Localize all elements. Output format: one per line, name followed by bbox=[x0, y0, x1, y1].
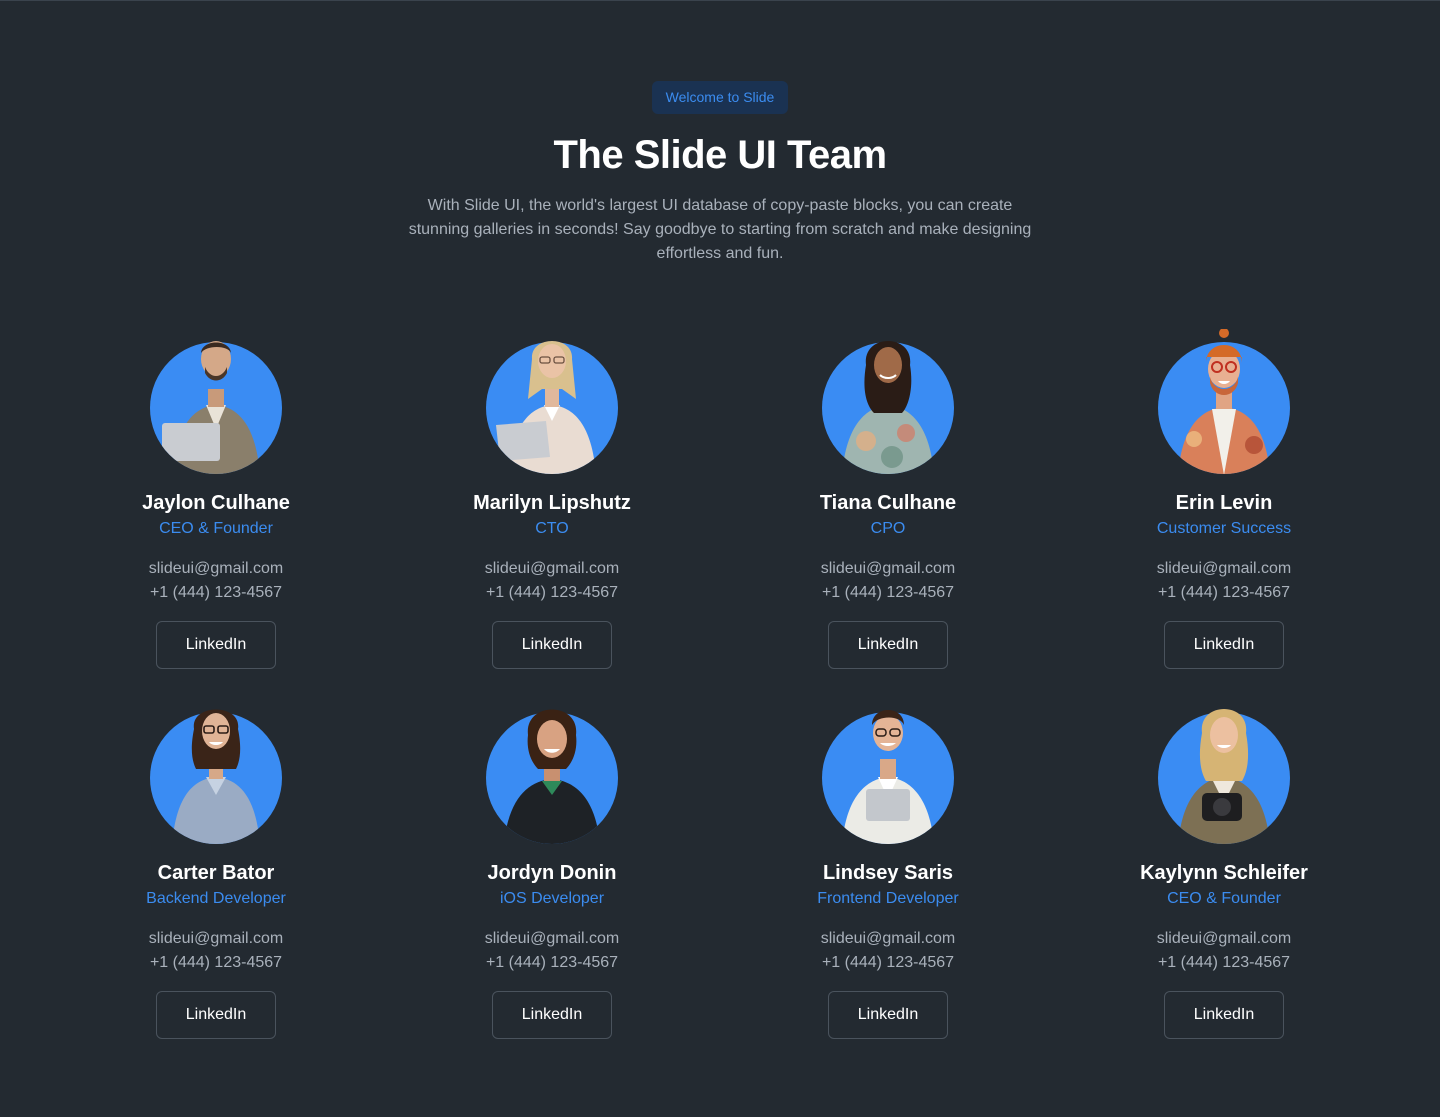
team-card: Jordyn Donin iOS Developer slideui@gmail… bbox=[402, 699, 702, 1039]
member-name: Carter Bator bbox=[157, 862, 275, 884]
person-photo-icon bbox=[504, 709, 600, 844]
member-role: iOS Developer bbox=[499, 890, 605, 907]
member-role: Customer Success bbox=[1156, 520, 1292, 537]
page-title: The Slide UI Team bbox=[553, 133, 887, 177]
member-phone: +1 (444) 123-4567 bbox=[1157, 584, 1291, 601]
member-email: slideui@gmail.com bbox=[1156, 930, 1292, 947]
person-photo-icon bbox=[1178, 329, 1270, 474]
person-photo-icon bbox=[162, 341, 260, 474]
welcome-badge: Welcome to Slide bbox=[652, 81, 788, 114]
team-card: Kaylynn Schleifer CEO & Founder slideui@… bbox=[1074, 699, 1374, 1039]
linkedin-button[interactable]: LinkedIn bbox=[1164, 621, 1284, 669]
member-name: Jaylon Culhane bbox=[142, 492, 290, 514]
member-email: slideui@gmail.com bbox=[484, 930, 620, 947]
member-email: slideui@gmail.com bbox=[148, 560, 284, 577]
avatar bbox=[1158, 699, 1290, 845]
member-email: slideui@gmail.com bbox=[1156, 560, 1292, 577]
avatar bbox=[150, 329, 282, 475]
team-page: Welcome to Slide The Slide UI Team With … bbox=[0, 0, 1440, 1117]
member-email: slideui@gmail.com bbox=[820, 930, 956, 947]
member-role: CTO bbox=[535, 520, 569, 537]
page-subtitle: With Slide UI, the world's largest UI da… bbox=[408, 197, 1032, 262]
linkedin-button[interactable]: LinkedIn bbox=[492, 621, 612, 669]
member-role: Backend Developer bbox=[146, 890, 286, 907]
member-phone: +1 (444) 123-4567 bbox=[821, 584, 955, 601]
person-photo-icon bbox=[172, 709, 260, 844]
person-photo-icon bbox=[842, 341, 934, 474]
member-phone: +1 (444) 123-4567 bbox=[485, 584, 619, 601]
team-card: Erin Levin Customer Success slideui@gmai… bbox=[1074, 329, 1374, 669]
member-name: Jordyn Donin bbox=[487, 862, 617, 884]
team-card: Lindsey Saris Frontend Developer slideui… bbox=[738, 699, 1038, 1039]
member-role: CEO & Founder bbox=[159, 520, 273, 537]
member-email: slideui@gmail.com bbox=[148, 930, 284, 947]
member-role: CPO bbox=[870, 520, 906, 537]
avatar bbox=[486, 699, 618, 845]
linkedin-button[interactable]: LinkedIn bbox=[828, 621, 948, 669]
member-phone: +1 (444) 123-4567 bbox=[1157, 954, 1291, 971]
linkedin-button[interactable]: LinkedIn bbox=[828, 991, 948, 1039]
avatar bbox=[486, 329, 618, 475]
member-name: Tiana Culhane bbox=[819, 492, 957, 514]
team-card: Marilyn Lipshutz CTO slideui@gmail.com +… bbox=[402, 329, 702, 669]
member-phone: +1 (444) 123-4567 bbox=[149, 584, 283, 601]
linkedin-button[interactable]: LinkedIn bbox=[156, 991, 276, 1039]
member-name: Lindsey Saris bbox=[822, 862, 954, 884]
team-card: Tiana Culhane CPO slideui@gmail.com +1 (… bbox=[738, 329, 1038, 669]
member-name: Kaylynn Schleifer bbox=[1140, 862, 1308, 884]
member-role: CEO & Founder bbox=[1167, 890, 1281, 907]
member-name: Marilyn Lipshutz bbox=[473, 492, 631, 514]
member-name: Erin Levin bbox=[1175, 492, 1273, 514]
member-phone: +1 (444) 123-4567 bbox=[821, 954, 955, 971]
person-photo-icon bbox=[1178, 709, 1270, 844]
avatar bbox=[1158, 329, 1290, 475]
member-phone: +1 (444) 123-4567 bbox=[149, 954, 283, 971]
avatar bbox=[150, 699, 282, 845]
linkedin-button[interactable]: LinkedIn bbox=[1164, 991, 1284, 1039]
person-photo-icon bbox=[496, 341, 596, 474]
member-role: Frontend Developer bbox=[817, 890, 959, 907]
team-card: Carter Bator Backend Developer slideui@g… bbox=[66, 699, 366, 1039]
team-card: Jaylon Culhane CEO & Founder slideui@gma… bbox=[66, 329, 366, 669]
linkedin-button[interactable]: LinkedIn bbox=[492, 991, 612, 1039]
member-email: slideui@gmail.com bbox=[820, 560, 956, 577]
avatar bbox=[822, 329, 954, 475]
person-photo-icon bbox=[842, 710, 934, 844]
avatar bbox=[822, 699, 954, 845]
member-phone: +1 (444) 123-4567 bbox=[485, 954, 619, 971]
member-email: slideui@gmail.com bbox=[484, 560, 620, 577]
linkedin-button[interactable]: LinkedIn bbox=[156, 621, 276, 669]
